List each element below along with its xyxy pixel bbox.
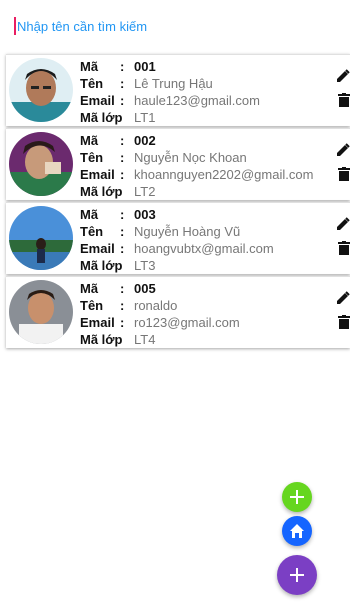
- trash-icon[interactable]: [338, 167, 350, 181]
- student-email: khoannguyen2202@gmail.com: [134, 166, 314, 182]
- name-row: Tên: Lê Trung Hậu: [80, 75, 213, 91]
- text-cursor: [14, 17, 16, 35]
- avatar: [9, 58, 73, 122]
- email-row: Email: ro123@gmail.com: [80, 314, 240, 330]
- email-row: Email: khoannguyen2202@gmail.com: [80, 166, 314, 182]
- avatar: [9, 206, 73, 270]
- student-id: 002: [134, 132, 156, 148]
- list-item[interactable]: Mã:005 Tên: ronaldo Email: ro123@gmail.com…: [6, 276, 350, 348]
- add-button-green[interactable]: [282, 482, 312, 512]
- trash-icon[interactable]: [338, 93, 350, 107]
- student-email: haule123@gmail.com: [134, 92, 260, 108]
- id-row: Mã:005: [80, 280, 156, 296]
- student-class: LT2: [134, 183, 156, 199]
- avatar: [9, 280, 73, 344]
- student-list: Mã:001 Tên: Lê Trung Hậu Email: haule123@g…: [6, 54, 350, 350]
- home-button[interactable]: [282, 516, 312, 546]
- name-row: Tên: Nguyễn Nọc Khoan: [80, 149, 247, 165]
- class-row: Mã lớp LT2: [80, 183, 156, 199]
- avatar: [9, 132, 73, 196]
- home-icon: [290, 524, 304, 538]
- id-row: Mã:003: [80, 206, 156, 222]
- student-name: Nguyễn Hoàng Vũ: [134, 223, 241, 239]
- student-class: LT4: [134, 331, 156, 347]
- id-row: Mã:002: [80, 132, 156, 148]
- trash-icon[interactable]: [338, 315, 350, 329]
- id-row: Mã:001: [80, 58, 156, 74]
- list-item[interactable]: Mã:002 Tên: Nguyễn Nọc Khoan Email: khoann…: [6, 128, 350, 200]
- class-row: Mã lớp LT4: [80, 331, 156, 347]
- email-row: Email: hoangvubtx@gmail.com: [80, 240, 274, 256]
- student-class: LT1: [134, 109, 156, 125]
- name-row: Tên: Nguyễn Hoàng Vũ: [80, 223, 241, 239]
- student-name: Lê Trung Hậu: [134, 75, 213, 91]
- class-row: Mã lớp LT3: [80, 257, 156, 273]
- pencil-icon[interactable]: [336, 217, 350, 231]
- student-id: 003: [134, 206, 156, 222]
- search-input[interactable]: Nhập tên cần tìm kiếm: [14, 14, 334, 38]
- pencil-icon[interactable]: [336, 291, 350, 305]
- list-item[interactable]: Mã:001 Tên: Lê Trung Hậu Email: haule123@g…: [6, 54, 350, 126]
- student-id: 005: [134, 280, 156, 296]
- student-class: LT3: [134, 257, 156, 273]
- plus-icon: [290, 568, 304, 582]
- search-placeholder: Nhập tên cần tìm kiếm: [17, 18, 148, 34]
- student-email: hoangvubtx@gmail.com: [134, 240, 274, 256]
- student-id: 001: [134, 58, 156, 74]
- student-name: ronaldo: [134, 297, 178, 313]
- email-row: Email: haule123@gmail.com: [80, 92, 260, 108]
- list-item[interactable]: Mã:003 Tên: Nguyễn Hoàng Vũ Email: hoangvu…: [6, 202, 350, 274]
- pencil-icon[interactable]: [336, 143, 350, 157]
- student-name: Nguyễn Nọc Khoan: [134, 149, 247, 165]
- plus-icon: [290, 490, 304, 504]
- trash-icon[interactable]: [338, 241, 350, 255]
- pencil-icon[interactable]: [336, 69, 350, 83]
- class-row: Mã lớp LT1: [80, 109, 156, 125]
- student-email: ro123@gmail.com: [134, 314, 240, 330]
- name-row: Tên: ronaldo: [80, 297, 178, 313]
- add-button[interactable]: [277, 555, 317, 595]
